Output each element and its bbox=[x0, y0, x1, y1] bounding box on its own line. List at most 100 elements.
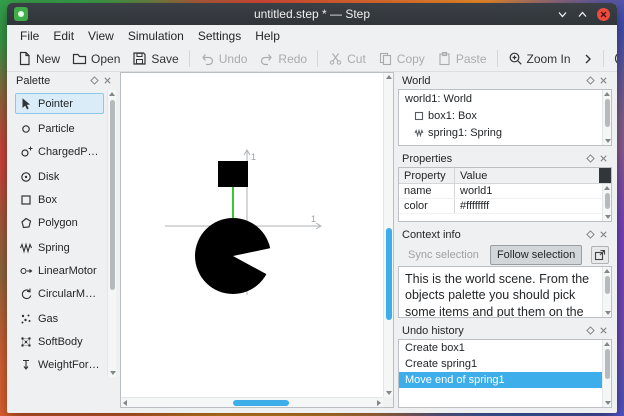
property-row-color[interactable]: color #ffffffff bbox=[399, 199, 611, 214]
float-icon[interactable] bbox=[586, 154, 595, 163]
undo-item-create-spring1[interactable]: Create spring1 bbox=[399, 356, 611, 372]
scroll-down-arrow[interactable] bbox=[604, 311, 611, 315]
open-button[interactable]: Open bbox=[66, 48, 126, 69]
particle-icon bbox=[22, 124, 30, 133]
scene-svg[interactable]: 1 1 bbox=[121, 73, 383, 397]
close-icon[interactable] bbox=[599, 326, 608, 335]
palette-item-box[interactable]: Box bbox=[15, 189, 104, 210]
close-icon[interactable] bbox=[103, 76, 112, 85]
float-icon[interactable] bbox=[586, 76, 595, 85]
toolbar-overflow-button[interactable] bbox=[577, 50, 599, 68]
context-scrollbar[interactable] bbox=[602, 267, 611, 317]
close-button[interactable] bbox=[597, 7, 610, 21]
zoom-in-button[interactable]: Zoom In bbox=[502, 48, 577, 69]
undo-item-move-end-of-spring1[interactable]: Move end of spring1 bbox=[399, 372, 611, 388]
tree-item-box1[interactable]: box1: Box bbox=[399, 107, 611, 124]
menu-help[interactable]: Help bbox=[248, 27, 287, 45]
palette-scrollbar[interactable] bbox=[107, 90, 116, 377]
scroll-down-arrow[interactable] bbox=[109, 371, 116, 375]
scroll-down-arrow[interactable] bbox=[604, 139, 611, 143]
scroll-right-arrow[interactable] bbox=[377, 400, 381, 406]
maximize-button[interactable] bbox=[577, 9, 588, 20]
copy-button[interactable]: Copy bbox=[372, 48, 431, 69]
palette-item-spring[interactable]: Spring bbox=[15, 237, 104, 258]
palette-item-weightforce[interactable]: WeightForce bbox=[15, 354, 104, 375]
scrollbar-thumb[interactable] bbox=[605, 349, 610, 379]
tree-item-spring1[interactable]: spring1: Spring bbox=[399, 124, 611, 141]
sync-selection-button[interactable]: Sync selection bbox=[401, 245, 486, 265]
palette-item-label: SoftBody bbox=[38, 335, 83, 348]
scrollbar-thumb[interactable] bbox=[233, 400, 289, 406]
minimize-button[interactable] bbox=[557, 9, 568, 20]
close-icon[interactable] bbox=[599, 76, 608, 85]
toolbar-separator bbox=[188, 50, 190, 67]
scroll-up-arrow[interactable] bbox=[385, 75, 392, 79]
world-canvas[interactable]: 1 1 bbox=[120, 72, 394, 408]
tree-item-world1[interactable]: world1: World bbox=[399, 90, 611, 107]
follow-selection-button[interactable]: Follow selection bbox=[489, 244, 583, 265]
menu-settings[interactable]: Settings bbox=[191, 27, 248, 45]
palette-item-linearmotor[interactable]: LinearMotor bbox=[15, 260, 104, 281]
titlebar[interactable]: untitled.step * — Step bbox=[7, 3, 617, 25]
undo-button[interactable]: Undo bbox=[194, 48, 254, 69]
menu-file[interactable]: File bbox=[13, 27, 46, 45]
scroll-up-arrow[interactable] bbox=[604, 342, 610, 346]
close-icon[interactable] bbox=[599, 230, 608, 239]
palette-item-gas[interactable]: Gas bbox=[15, 308, 104, 329]
save-button[interactable]: Save bbox=[126, 48, 184, 69]
scrollbar-thumb[interactable] bbox=[386, 228, 392, 320]
paste-button[interactable]: Paste bbox=[431, 48, 493, 69]
float-icon[interactable] bbox=[586, 230, 595, 239]
charged-particle-icon bbox=[21, 146, 33, 157]
menu-simulation[interactable]: Simulation bbox=[121, 27, 191, 45]
scroll-up-arrow[interactable] bbox=[604, 186, 610, 190]
column-header-property[interactable]: Property bbox=[399, 168, 455, 183]
scrollbar-thumb[interactable] bbox=[605, 193, 610, 209]
scroll-down-arrow[interactable] bbox=[604, 215, 611, 219]
simulate-button[interactable]: Simulate bbox=[608, 48, 617, 69]
close-icon[interactable] bbox=[599, 154, 608, 163]
palette-item-chargedparticle[interactable]: ChargedParticle bbox=[15, 141, 104, 162]
undo-item-create-box1[interactable]: Create box1 bbox=[399, 340, 611, 356]
scroll-up-arrow[interactable] bbox=[109, 92, 115, 96]
disk-shape[interactable] bbox=[195, 218, 273, 294]
palette-item-circularmotor[interactable]: CircularMotor bbox=[15, 283, 104, 304]
palette-item-pointer[interactable]: Pointer bbox=[15, 93, 104, 114]
palette-item-softbody[interactable]: SoftBody bbox=[15, 331, 104, 352]
new-label: New bbox=[36, 51, 61, 66]
properties-scrollbar[interactable] bbox=[602, 184, 611, 221]
properties-dock-header: Properties bbox=[398, 150, 612, 167]
undo-scrollbar[interactable] bbox=[602, 340, 611, 407]
palette-item-polygon[interactable]: Polygon bbox=[15, 212, 104, 233]
palette-title: Palette bbox=[16, 74, 51, 87]
float-icon[interactable] bbox=[586, 326, 595, 335]
scrollbar-thumb[interactable] bbox=[605, 276, 610, 294]
world-scrollbar[interactable] bbox=[602, 90, 611, 145]
canvas-vertical-scrollbar[interactable] bbox=[383, 73, 393, 397]
scroll-left-arrow[interactable] bbox=[123, 400, 127, 406]
scroll-up-arrow[interactable] bbox=[604, 92, 610, 96]
palette-item-particle[interactable]: Particle bbox=[15, 118, 104, 139]
zoom-in-label: Zoom In bbox=[526, 51, 571, 66]
new-button[interactable]: New bbox=[11, 48, 66, 69]
float-icon[interactable] bbox=[90, 76, 99, 85]
palette-item-label: Polygon bbox=[38, 216, 78, 229]
scrollbar-thumb[interactable] bbox=[110, 100, 115, 290]
scroll-down-arrow[interactable] bbox=[604, 401, 611, 405]
scrollbar-thumb[interactable] bbox=[605, 99, 610, 127]
menu-view[interactable]: View bbox=[81, 27, 121, 45]
palette-item-disk[interactable]: Disk bbox=[15, 166, 104, 187]
scroll-up-arrow[interactable] bbox=[604, 269, 610, 273]
copy-icon bbox=[379, 52, 391, 66]
scroll-down-arrow[interactable] bbox=[386, 391, 392, 395]
column-header-value[interactable]: Value bbox=[455, 168, 599, 183]
open-in-browser-button[interactable] bbox=[591, 245, 609, 264]
toolbar-separator bbox=[317, 50, 319, 67]
context-text-content: This is the world scene. From the object… bbox=[405, 272, 590, 318]
property-row-name[interactable]: name world1 bbox=[399, 184, 611, 199]
redo-button[interactable]: Redo bbox=[253, 48, 313, 69]
canvas-horizontal-scrollbar[interactable] bbox=[121, 397, 383, 407]
box1-shape[interactable] bbox=[218, 161, 248, 187]
cut-button[interactable]: Cut bbox=[322, 48, 372, 69]
menu-edit[interactable]: Edit bbox=[46, 27, 81, 45]
